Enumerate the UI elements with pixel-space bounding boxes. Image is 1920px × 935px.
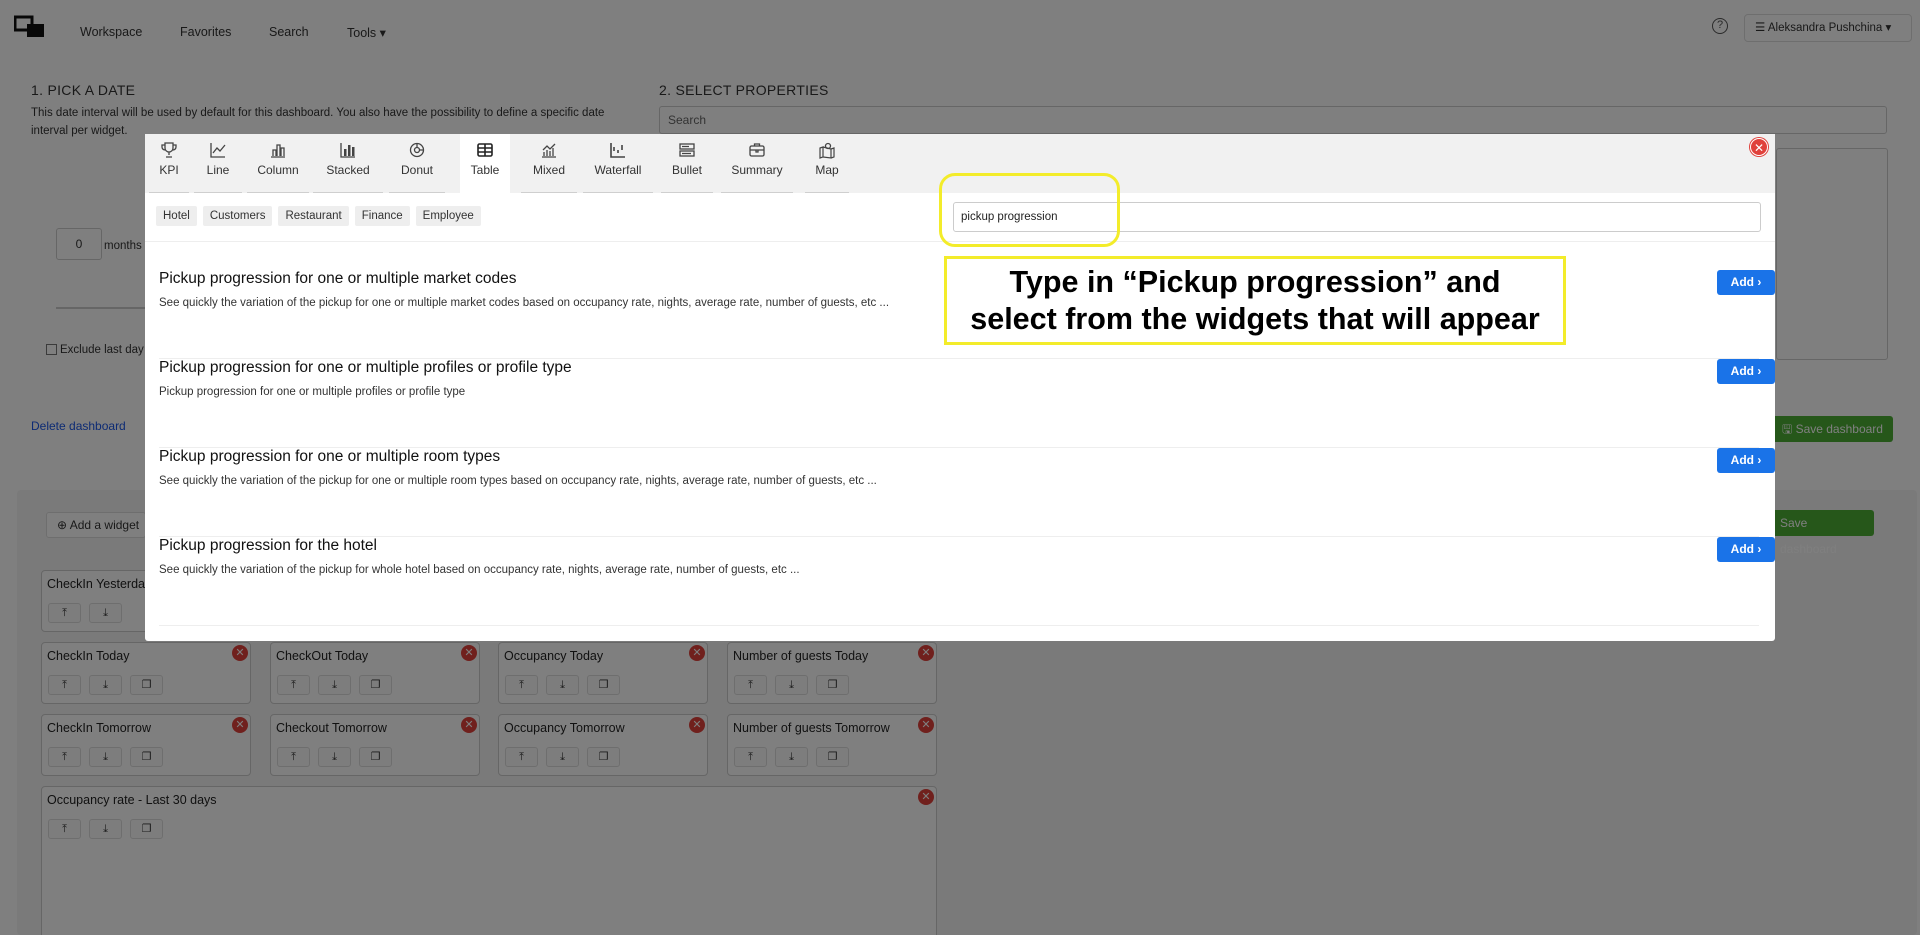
- callout-line-2: select from the widgets that will appear: [970, 302, 1540, 336]
- trophy-icon: [161, 142, 177, 158]
- result-title: Pickup progression for one or multiple m…: [159, 270, 517, 287]
- tab-kpi[interactable]: KPI: [149, 134, 189, 193]
- add-label: Add: [1730, 275, 1754, 289]
- chip-restaurant[interactable]: Restaurant: [278, 206, 349, 226]
- result-description: See quickly the variation of the pickup …: [159, 564, 800, 576]
- donut-chart-icon: [409, 142, 425, 158]
- add-button[interactable]: Add ›: [1717, 448, 1775, 473]
- add-label: Add: [1730, 542, 1754, 556]
- stacked-chart-icon: [340, 143, 355, 158]
- bullet-chart-icon: [679, 143, 695, 157]
- tab-donut[interactable]: Donut: [389, 134, 445, 193]
- tab-label: Waterfall: [594, 163, 642, 177]
- add-button[interactable]: Add ›: [1717, 359, 1775, 384]
- tab-column[interactable]: Column: [247, 134, 309, 193]
- waterfall-chart-icon: [610, 143, 625, 158]
- modal-close-icon[interactable]: ✕: [1750, 138, 1768, 156]
- result-item: Pickup progression for one or multiple p…: [159, 359, 1775, 448]
- briefcase-icon: [749, 143, 765, 157]
- instruction-callout: Type in “Pickup progression” and select …: [944, 256, 1566, 345]
- tab-stacked[interactable]: Stacked: [313, 134, 383, 193]
- tab-label: Column: [257, 163, 299, 177]
- tab-waterfall[interactable]: Waterfall: [583, 134, 653, 193]
- callout-line-1: Type in “Pickup progression” and: [1009, 265, 1501, 299]
- result-title: Pickup progression for one or multiple r…: [159, 448, 501, 465]
- tab-label: Bullet: [671, 163, 703, 177]
- add-button[interactable]: Add ›: [1717, 537, 1775, 562]
- column-chart-icon: [271, 144, 285, 158]
- tab-label: KPI: [159, 163, 179, 177]
- map-icon: [819, 142, 835, 159]
- chip-hotel[interactable]: Hotel: [156, 206, 197, 226]
- tab-label: Table: [470, 163, 500, 177]
- tab-bullet[interactable]: Bullet: [661, 134, 713, 193]
- tab-label: Donut: [400, 163, 434, 177]
- mixed-chart-icon: [542, 143, 556, 158]
- table-icon: [477, 143, 493, 157]
- tab-mixed[interactable]: Mixed: [521, 134, 577, 193]
- add-button[interactable]: Add ›: [1717, 270, 1775, 295]
- tab-label: Map: [815, 163, 839, 177]
- tab-line[interactable]: Line: [194, 134, 242, 193]
- result-description: See quickly the variation of the pickup …: [159, 297, 890, 309]
- tab-map[interactable]: Map: [805, 134, 849, 193]
- line-chart-icon: [210, 143, 226, 158]
- tab-table[interactable]: Table: [460, 134, 510, 193]
- result-description: Pickup progression for one or multiple p…: [159, 386, 466, 398]
- tab-label: Mixed: [532, 163, 565, 177]
- result-item: Pickup progression for one or multiple r…: [159, 448, 1775, 537]
- chip-customers[interactable]: Customers: [202, 206, 273, 226]
- tab-summary[interactable]: Summary: [721, 134, 793, 193]
- result-title: Pickup progression for one or multiple p…: [159, 359, 572, 376]
- chip-finance[interactable]: Finance: [354, 206, 410, 226]
- add-label: Add: [1730, 364, 1754, 378]
- result-description: See quickly the variation of the pickup …: [159, 475, 877, 487]
- result-item: Pickup progression for the hotel See qui…: [159, 537, 1775, 626]
- tab-label: Stacked: [326, 163, 370, 177]
- category-chips: Hotel Customers Restaurant Finance Emplo…: [156, 206, 481, 226]
- tab-label: Line: [206, 163, 230, 177]
- tab-label: Summary: [731, 163, 783, 177]
- add-label: Add: [1730, 453, 1754, 467]
- search-highlight: [939, 173, 1120, 247]
- result-title: Pickup progression for the hotel: [159, 537, 377, 554]
- chip-employee[interactable]: Employee: [415, 206, 481, 226]
